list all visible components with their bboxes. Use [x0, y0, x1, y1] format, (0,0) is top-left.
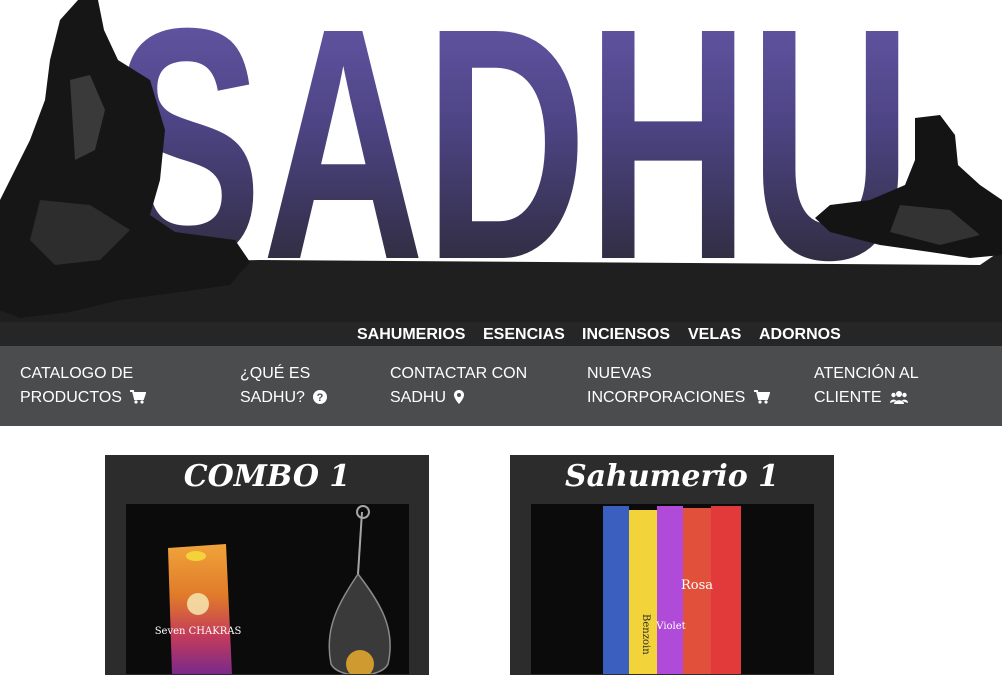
- menu-item-label-line2: INCORPORACIONES: [587, 389, 746, 406]
- menu-item-label-line2: CLIENTE: [814, 389, 882, 406]
- menu-item-label-line1: ATENCIÓN AL: [814, 365, 919, 382]
- box-label-text: Benzoin: [640, 614, 651, 655]
- nav-link-esencias[interactable]: ESENCIAS: [483, 326, 565, 344]
- menu-item-label-line1: CONTACTAR CON: [390, 365, 528, 382]
- nav-link-inciensos[interactable]: INCIENSOS: [582, 326, 670, 344]
- users-icon: [890, 388, 909, 412]
- menu-item-label-line1: NUEVAS: [587, 365, 652, 382]
- menu-item-catalogo[interactable]: CATALOGO DE PRODUCTOS: [20, 362, 147, 412]
- category-nav: SAHUMERIOS ESENCIAS INCIENSOS VELAS ADOR…: [0, 322, 1002, 346]
- box-label-text: Violet: [655, 621, 685, 632]
- nav-link-adornos[interactable]: ADORNOS: [759, 326, 841, 344]
- product-image-combo-1[interactable]: Seven CHAKRAS: [126, 504, 409, 674]
- product-title: Sahumerio 1: [564, 459, 780, 494]
- sadhu-logo[interactable]: SADHU: [0, 0, 1002, 322]
- product-title: COMBO 1: [183, 459, 351, 494]
- site-header-banner: SADHU: [0, 0, 1002, 322]
- menu-item-que-es-sadhu[interactable]: ¿QUÉ ES SADHU? ?: [240, 362, 328, 412]
- menu-item-atencion-cliente[interactable]: ATENCIÓN AL CLIENTE: [814, 362, 919, 412]
- box-label-text: Rosa: [681, 578, 713, 593]
- map-marker-icon: [454, 388, 465, 412]
- menu-item-nuevas-incorporaciones[interactable]: NUEVAS INCORPORACIONES: [587, 362, 771, 412]
- menu-item-label-line2: PRODUCTOS: [20, 389, 122, 406]
- nav-link-velas[interactable]: VELAS: [688, 326, 741, 344]
- box-label-text: Seven CHAKRAS: [155, 626, 242, 637]
- product-card-combo-1[interactable]: COMBO 1 Seven CHAKRAS: [105, 455, 429, 675]
- nav-link-sahumerios[interactable]: SAHUMERIOS: [357, 326, 465, 344]
- cart-icon: [753, 388, 771, 412]
- product-card-sahumerio-1[interactable]: Sahumerio 1 Benzoin Violet Rosa: [510, 455, 834, 675]
- menu-item-label-line1: ¿QUÉ ES: [240, 365, 311, 382]
- cart-icon: [130, 388, 147, 412]
- product-image-sahumerio-1[interactable]: Benzoin Violet Rosa: [531, 504, 814, 674]
- menu-item-label-line1: CATALOGO DE: [20, 365, 134, 382]
- menu-item-label-line2: SADHU: [390, 389, 447, 406]
- menu-item-contactar[interactable]: CONTACTAR CON SADHU: [390, 362, 527, 412]
- main-menu: CATALOGO DE PRODUCTOS ¿QUÉ ES SADHU? ? C…: [0, 346, 1002, 426]
- menu-item-label-line2: SADHU?: [240, 389, 305, 406]
- svg-text:?: ?: [317, 392, 324, 404]
- question-circle-icon: ?: [313, 388, 328, 412]
